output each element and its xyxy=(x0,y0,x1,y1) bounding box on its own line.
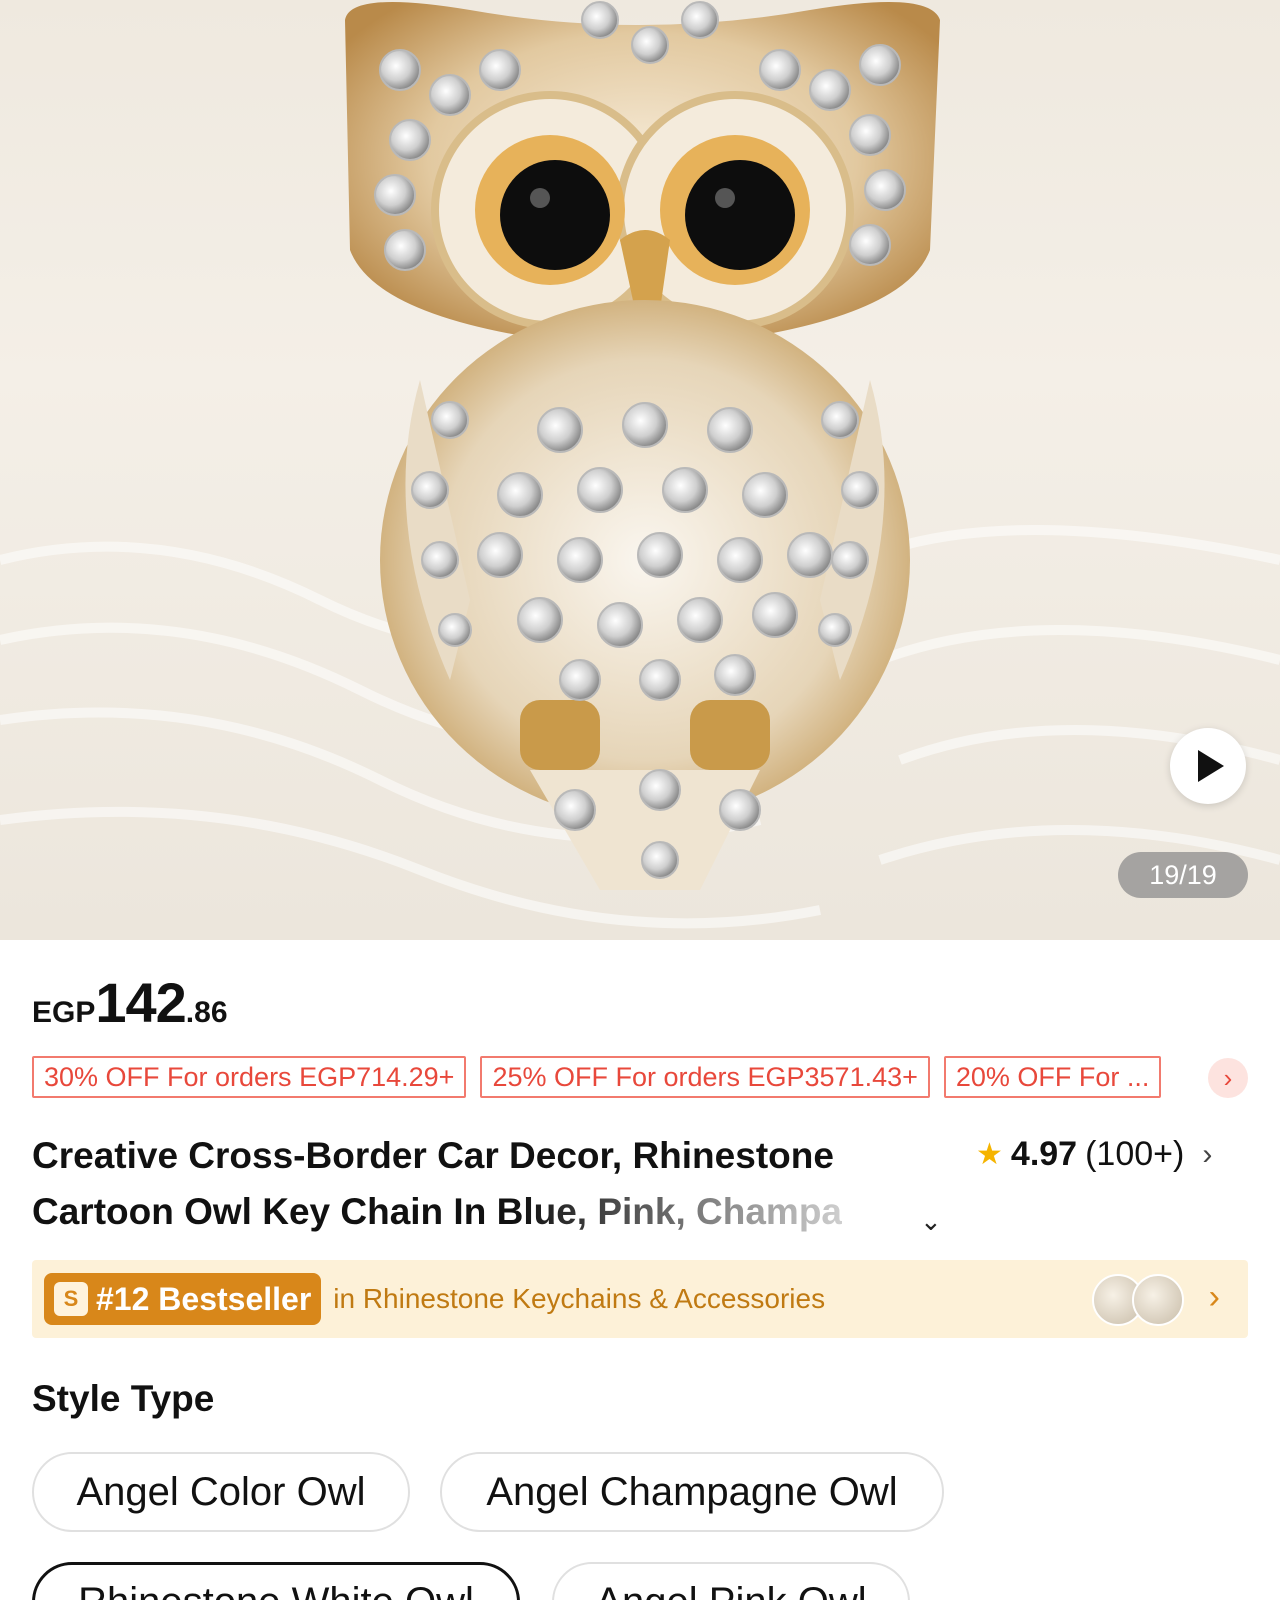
product-title[interactable]: Creative Cross-Border Car Decor, Rhinest… xyxy=(32,1128,952,1240)
bestseller-thumbnails xyxy=(1092,1274,1184,1326)
trophy-icon: S xyxy=(54,1282,88,1316)
image-counter: 19/19 xyxy=(1118,852,1248,898)
product-image-gallery[interactable]: 19/19 xyxy=(0,0,1280,940)
style-option-angel-pink-owl[interactable]: Angel Pink Owl xyxy=(552,1562,910,1600)
rating-count: (100+) xyxy=(1085,1135,1185,1173)
coupons-more-chevron-icon[interactable]: › xyxy=(1208,1058,1248,1098)
chevron-right-icon: › xyxy=(1202,1137,1213,1171)
chevron-right-icon: › xyxy=(1208,1278,1220,1316)
play-video-button[interactable] xyxy=(1170,728,1246,804)
rating-score: 4.97 xyxy=(1010,1135,1078,1173)
price-integer: 142 xyxy=(95,971,186,1034)
style-option-angel-color-owl[interactable]: Angel Color Owl xyxy=(32,1452,410,1532)
coupon-tag[interactable]: 30% OFF For orders EGP714.29+ xyxy=(32,1056,467,1098)
coupon-tag[interactable]: 25% OFF For orders EGP3571.43+ xyxy=(480,1056,930,1098)
product-title-line1: Creative Cross-Border Car Decor, Rhinest… xyxy=(32,1135,834,1176)
expand-title-chevron-down-icon[interactable]: ⌄ xyxy=(920,1206,942,1237)
style-option-angel-champagne-owl[interactable]: Angel Champagne Owl xyxy=(440,1452,944,1532)
bestseller-badge: S #12 Bestseller xyxy=(44,1273,322,1325)
coupon-tag[interactable]: 20% OFF For ... xyxy=(943,1056,1162,1098)
bestseller-banner[interactable]: S #12 Bestseller in Rhinestone Keychains… xyxy=(32,1260,1248,1338)
coupon-list: 30% OFF For orders EGP714.29+ 25% OFF Fo… xyxy=(32,1056,1162,1098)
product-thumbnail xyxy=(1132,1274,1184,1326)
price-decimal: .86 xyxy=(185,996,228,1029)
bestseller-category: in Rhinestone Keychains & Accessories xyxy=(333,1283,826,1314)
product-price: EGP 142 .86 xyxy=(32,970,228,1035)
price-currency: EGP xyxy=(32,996,96,1029)
owl-keychain-photo xyxy=(0,1,1280,929)
star-icon: ★ xyxy=(976,1138,1003,1171)
product-title-line2: Cartoon Owl Key Chain In Blue, Pink, Cha… xyxy=(32,1191,843,1232)
bestseller-rank: #12 Bestseller xyxy=(96,1280,312,1317)
style-option-rhinestone-white-owl[interactable]: Rhinestone White Owl xyxy=(32,1562,520,1600)
play-icon xyxy=(1198,750,1224,782)
rating-summary[interactable]: ★ 4.97 (100+) › xyxy=(976,1135,1212,1174)
style-type-label: Style Type xyxy=(32,1378,215,1419)
